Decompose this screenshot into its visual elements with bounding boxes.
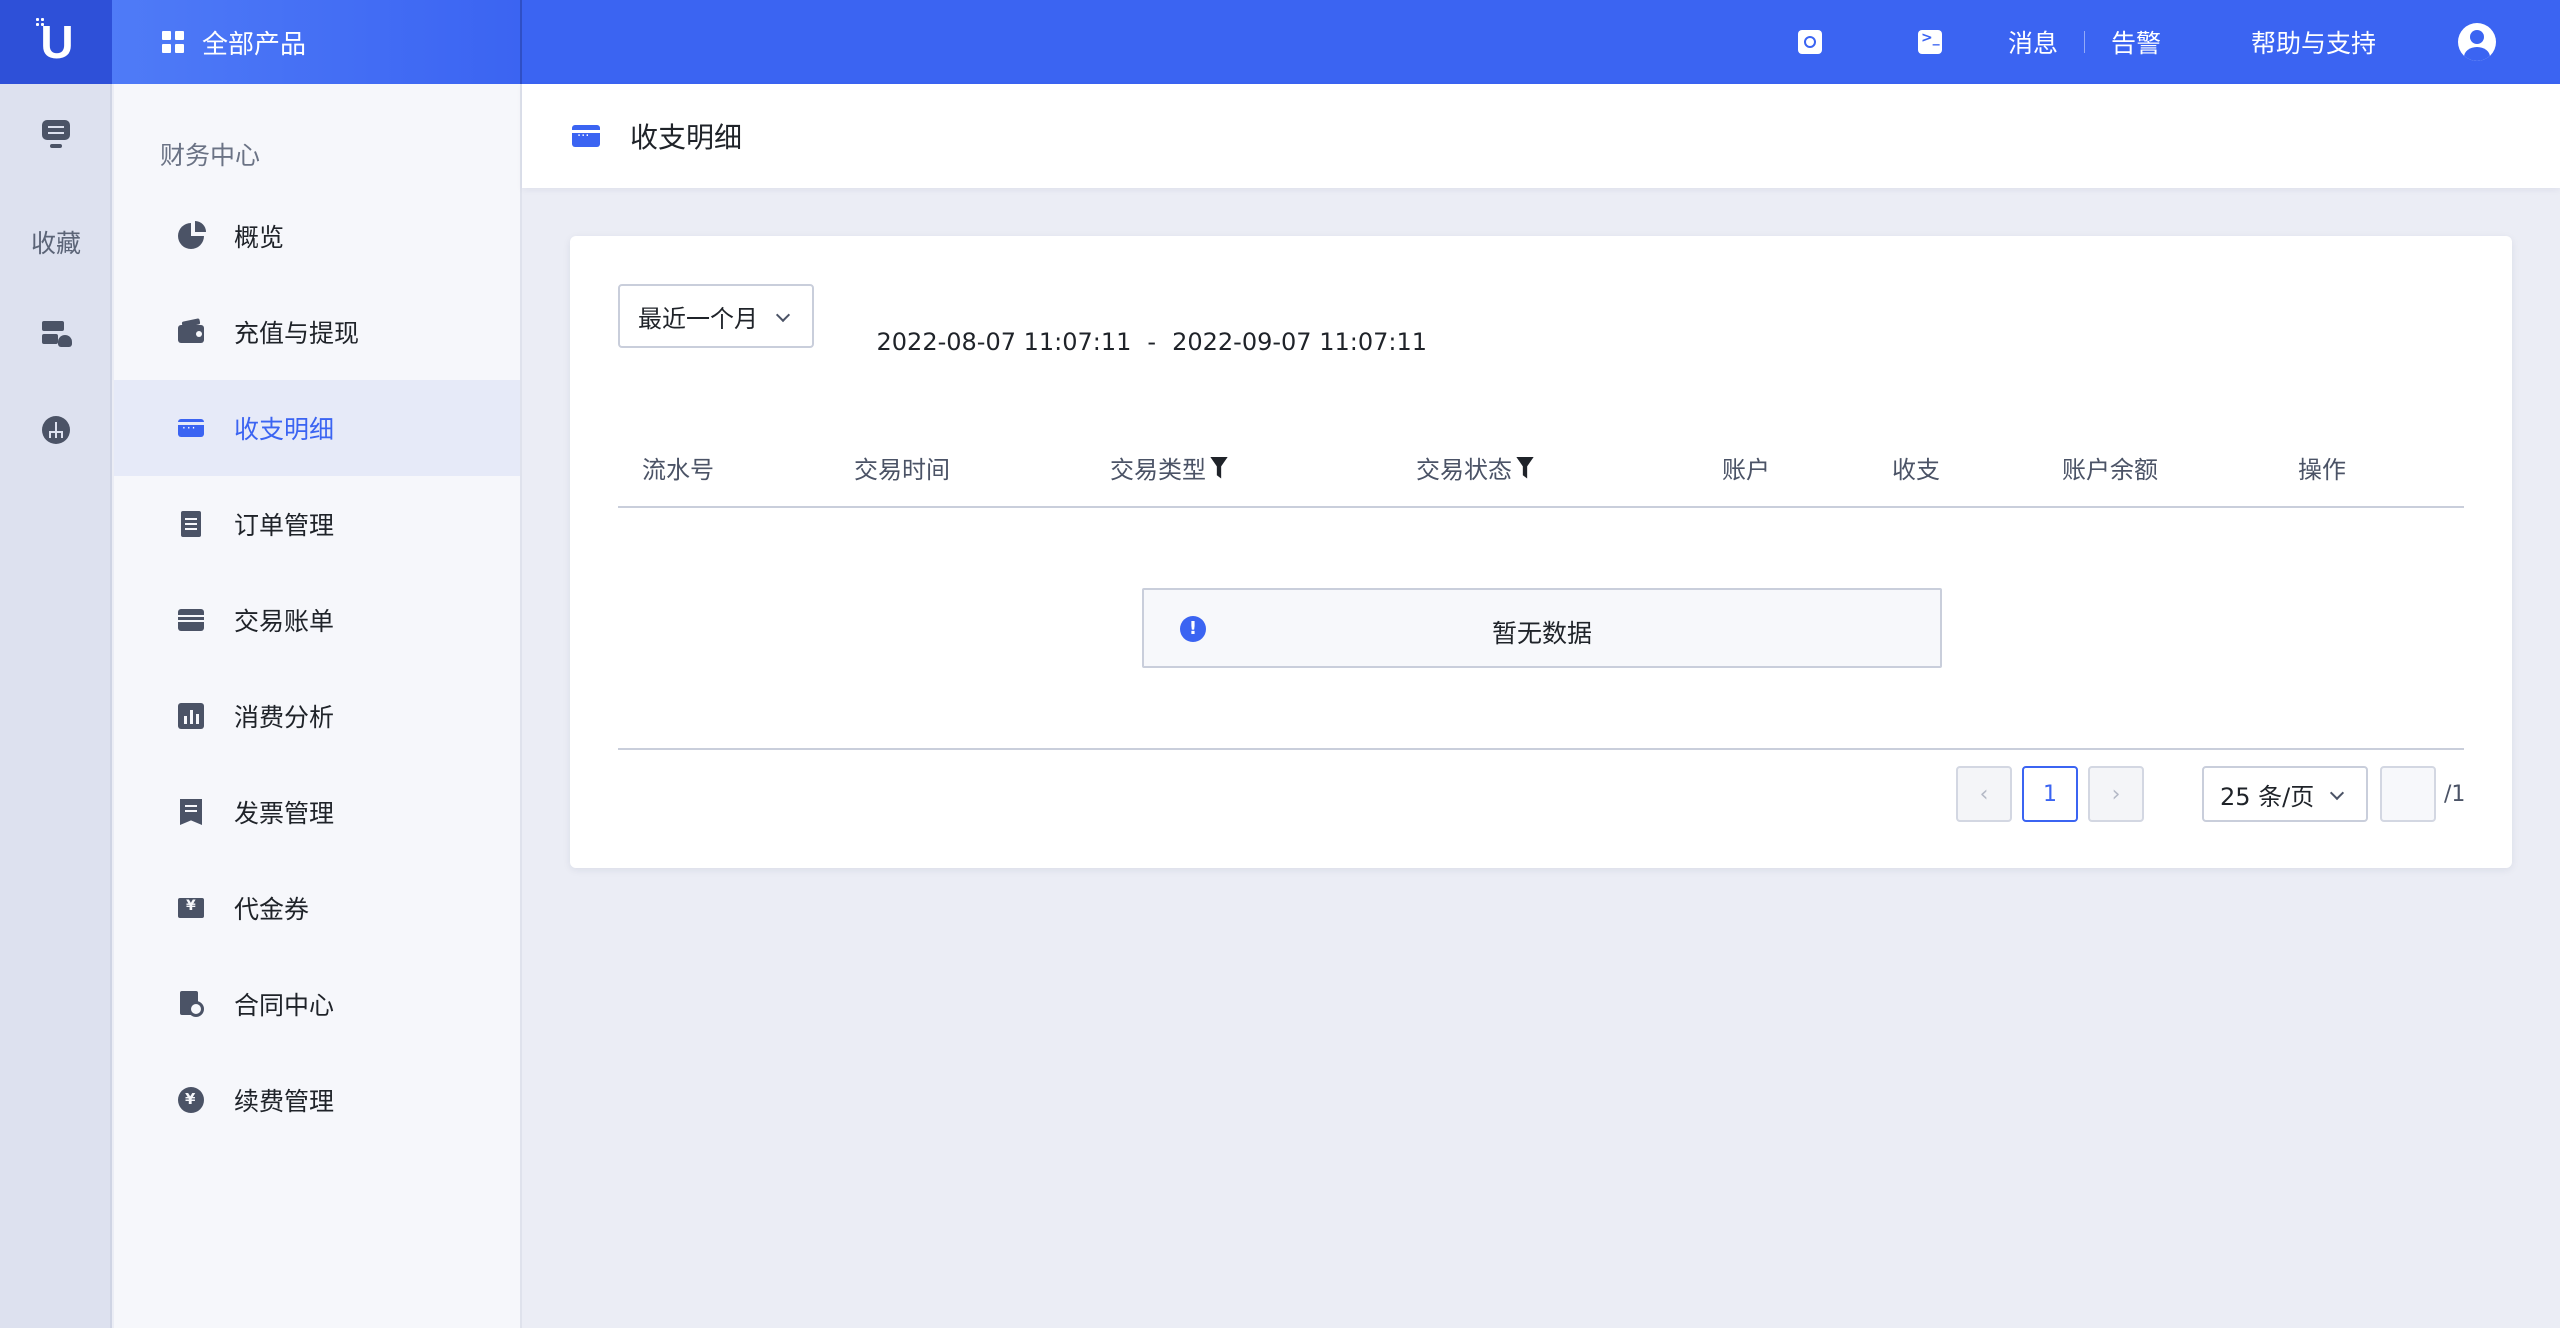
date-range-select-value: 最近一个月	[638, 304, 758, 333]
pie-chart-icon	[178, 223, 204, 249]
sidebar-section-title: 财务中心	[160, 141, 261, 170]
date-end: 2022-09-07 11:07:11	[1172, 328, 1427, 356]
column-header-type: 交易类型	[1110, 450, 1228, 485]
alerts-link[interactable]: 告警	[2111, 24, 2161, 60]
column-header-label: 流水号	[642, 456, 714, 484]
sidebar-item-label: 收支明细	[234, 415, 335, 444]
transactions-card: 最近一个月 2022-08-07 11:07:11-2022-09-07 11:…	[570, 236, 2512, 868]
terminal-icon[interactable]	[1917, 30, 1942, 54]
top-divider	[2083, 31, 2085, 53]
prev-page-button[interactable]: ‹	[1956, 766, 2012, 822]
page-size-value: 25 条/页	[2220, 782, 2315, 811]
bar-chart-icon	[178, 703, 204, 729]
help-link[interactable]: 帮助与支持	[2251, 24, 2376, 60]
column-header-actions: 操作	[2298, 450, 2346, 485]
sidebar-item-label: 订单管理	[234, 511, 335, 540]
sidebar-item-recharge[interactable]: 充值与提现	[114, 284, 520, 380]
sidebar-item-label: 交易账单	[234, 607, 335, 636]
top-bar: U 全部产品 消息 告警 帮助与支持	[0, 0, 2560, 84]
page-total: /1	[2444, 782, 2466, 807]
coupon-icon	[178, 895, 204, 921]
bill-icon	[178, 607, 204, 633]
filter-icon[interactable]	[1210, 456, 1228, 479]
empty-state: ! 暂无数据	[1142, 588, 1942, 668]
sidebar-item-label: 代金券	[234, 895, 310, 924]
user-icon[interactable]	[2458, 23, 2496, 61]
monitor-icon	[40, 118, 72, 150]
logo[interactable]: U	[0, 0, 112, 84]
date-range-display[interactable]: 2022-08-07 11:07:11-2022-09-07 11:07:11	[846, 300, 1427, 384]
document-icon	[178, 511, 204, 537]
chevron-down-icon	[2329, 785, 2345, 801]
sidebar-item-contracts[interactable]: 合同中心	[114, 956, 520, 1052]
sidebar-item-orders[interactable]: 订单管理	[114, 476, 520, 572]
page-header: 收支明细	[522, 84, 2560, 188]
sidebar-item-transactions[interactable]: 收支明细	[114, 380, 520, 476]
chevron-down-icon	[775, 307, 791, 323]
sidebar-item-label: 合同中心	[234, 991, 335, 1020]
card-icon	[572, 125, 600, 147]
messages-link[interactable]: 消息	[2008, 24, 2058, 60]
sidebar-item-label: 续费管理	[234, 1087, 335, 1116]
column-header-label: 账户余额	[2062, 456, 2158, 484]
card-icon	[178, 415, 204, 441]
column-header-status: 交易状态	[1416, 450, 1534, 485]
column-header-label: 交易时间	[854, 456, 950, 484]
filter-icon[interactable]	[1516, 456, 1534, 479]
search-icon[interactable]	[1797, 30, 1822, 54]
column-header-direction: 收支	[1892, 450, 1940, 485]
column-header-label: 账户	[1722, 456, 1770, 484]
sidebar-item-renewals[interactable]: 续费管理	[114, 1052, 520, 1148]
table-header: 流水号 交易时间 交易类型 交易状态 账户 收支 账户余额 操作	[618, 424, 2464, 508]
page-title: 收支明细	[630, 121, 743, 154]
sidebar-item-label: 概览	[234, 223, 285, 252]
sidebar-item-bills[interactable]: 交易账单	[114, 572, 520, 668]
all-products-button[interactable]: 全部产品	[112, 0, 522, 84]
column-header-label: 交易状态	[1416, 456, 1512, 484]
left-rail: 收藏	[0, 84, 112, 1328]
rail-item-monitor[interactable]	[0, 118, 112, 150]
top-right-actions: 消息 告警 帮助与支持	[1797, 0, 2560, 84]
logo-dots	[36, 18, 46, 28]
grid-icon	[162, 31, 184, 53]
finance-sidebar: 财务中心 概览 充值与提现 收支明细 订单管理 交易账单 消费分析 发票管理	[114, 84, 522, 1328]
column-header-balance: 账户余额	[2062, 450, 2158, 485]
column-header-time: 交易时间	[854, 450, 950, 485]
sidebar-item-label: 发票管理	[234, 799, 335, 828]
column-header-label: 收支	[1892, 456, 1940, 484]
date-start: 2022-08-07 11:07:11	[876, 328, 1132, 356]
server-icon	[40, 318, 72, 350]
sidebar-item-invoices[interactable]: 发票管理	[114, 764, 520, 860]
empty-state-text: 暂无数据	[1491, 619, 1592, 648]
invoice-icon	[178, 799, 204, 825]
page-size-select[interactable]: 25 条/页	[2202, 766, 2368, 822]
sidebar-item-label: 充值与提现	[234, 319, 360, 348]
renew-icon	[178, 1087, 204, 1113]
contract-icon	[178, 991, 204, 1017]
rail-item-network[interactable]	[0, 414, 112, 446]
date-separator: -	[1147, 328, 1157, 356]
wallet-icon	[178, 319, 204, 345]
network-icon	[40, 414, 72, 446]
sidebar-item-coupons[interactable]: 代金券	[114, 860, 520, 956]
column-header-label: 操作	[2298, 456, 2346, 484]
all-products-label: 全部产品	[202, 29, 307, 60]
rail-item-server[interactable]	[0, 318, 112, 350]
column-header-account: 账户	[1722, 450, 1770, 485]
sidebar-item-label: 消费分析	[234, 703, 335, 732]
sidebar-item-analysis[interactable]: 消费分析	[114, 668, 520, 764]
next-page-button[interactable]: ›	[2088, 766, 2144, 822]
column-header-serial: 流水号	[642, 450, 714, 485]
date-range-select[interactable]: 最近一个月	[618, 284, 814, 348]
column-header-label: 交易类型	[1110, 456, 1206, 484]
table-footer-divider	[618, 748, 2464, 750]
rail-favorites[interactable]: 收藏	[0, 224, 112, 260]
sidebar-item-overview[interactable]: 概览	[114, 188, 520, 284]
page-jump-input[interactable]	[2380, 766, 2436, 822]
page-number-button[interactable]: 1	[2022, 766, 2078, 822]
